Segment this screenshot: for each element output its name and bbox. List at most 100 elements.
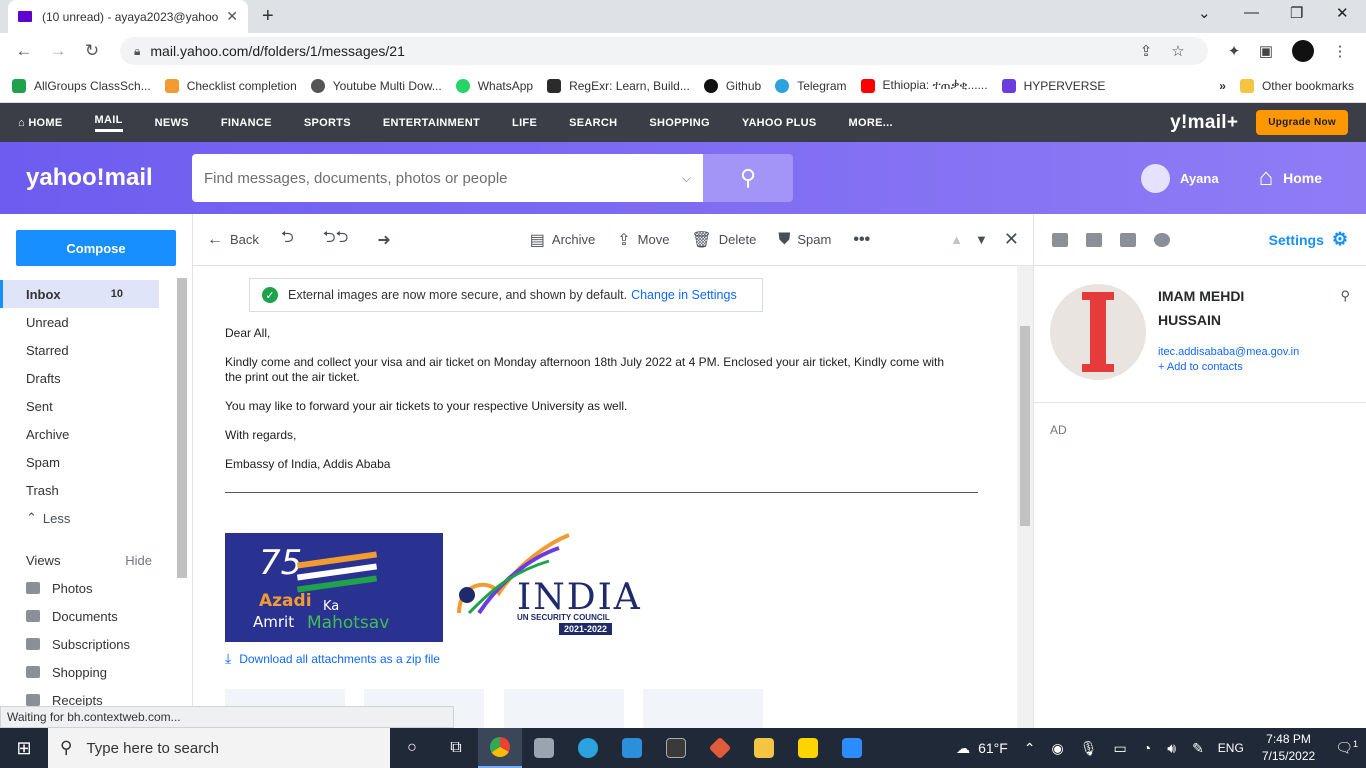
notification-icon[interactable]: 🗨︎1 xyxy=(1335,739,1358,757)
azadi-ka-amrit-mahotsav-logo[interactable]: 75 Azadi Ka Amrit Mahotsav xyxy=(225,533,443,642)
back-button[interactable]: ← Back xyxy=(207,231,259,249)
task-view-icon[interactable]: ⧉ xyxy=(434,728,478,768)
taskbar-search[interactable]: ⚲ Type here to search xyxy=(48,728,390,768)
forward-arrow-icon[interactable]: → xyxy=(44,41,72,61)
chevron-up-icon[interactable]: ⌃ xyxy=(1024,740,1036,757)
upgrade-now-button[interactable]: Upgrade Now xyxy=(1256,110,1348,135)
notepad-icon[interactable] xyxy=(1120,232,1136,247)
back-arrow-icon[interactable]: ← xyxy=(10,41,38,61)
side-panel-icon[interactable]: ▣ xyxy=(1250,42,1282,60)
wifi-icon[interactable]: ◔ xyxy=(1143,740,1151,756)
url-field[interactable]: 🔒︎ mail.yahoo.com/d/folders/1/messages/2… xyxy=(120,37,1208,65)
delete-button[interactable]: 🗑︎ Delete xyxy=(691,230,756,250)
nav-news[interactable]: NEWS xyxy=(155,117,189,129)
folder-spam[interactable]: Spam xyxy=(0,448,192,476)
restore-button[interactable]: ❐ xyxy=(1290,4,1303,22)
nav-mail[interactable]: MAIL xyxy=(94,114,123,132)
reload-icon[interactable]: ↻ xyxy=(78,41,106,61)
folder-starred[interactable]: Starred xyxy=(0,336,192,364)
bookmark-item[interactable]: Github xyxy=(703,78,761,93)
archive-button[interactable]: ▤ Archive xyxy=(530,230,595,250)
sticky-notes-app[interactable] xyxy=(786,728,830,768)
git-app[interactable] xyxy=(698,728,742,768)
folder-drafts[interactable]: Drafts xyxy=(0,364,192,392)
language-indicator[interactable]: ENG xyxy=(1218,741,1244,755)
new-tab-button[interactable]: + xyxy=(262,5,274,28)
move-button[interactable]: ⇪ Move xyxy=(617,230,669,250)
share-icon[interactable]: ⇪ xyxy=(1130,42,1162,60)
windows-start-button[interactable]: ⊞ xyxy=(0,728,48,768)
nav-sports[interactable]: SPORTS xyxy=(304,117,351,129)
bookmark-star-icon[interactable]: ☆ xyxy=(1162,42,1194,60)
search-input[interactable]: Find messages, documents, photos or peop… xyxy=(192,154,703,202)
previous-message-button[interactable]: ▲ xyxy=(950,232,963,247)
view-photos[interactable]: Photos xyxy=(0,574,192,602)
spam-button[interactable]: ⛊ Spam xyxy=(778,231,831,249)
extensions-icon[interactable]: ✦ xyxy=(1218,42,1250,60)
reply-button[interactable]: ⮌ xyxy=(281,226,301,253)
nav-shopping[interactable]: SHOPPING xyxy=(649,117,709,129)
yahoo-mail-logo[interactable]: yahoo!mail xyxy=(26,164,192,192)
microphone-icon[interactable]: 🎙︎ xyxy=(1080,740,1098,757)
reply-all-button[interactable]: ⮌⮌ xyxy=(323,226,356,253)
nav-more[interactable]: MORE... xyxy=(849,117,893,129)
telegram-app[interactable] xyxy=(566,728,610,768)
clock[interactable]: 7:48 PM 7/15/2022 xyxy=(1262,731,1315,765)
bookmark-item[interactable]: HYPERVERSE xyxy=(1001,78,1105,93)
add-to-contacts-link[interactable]: + Add to contacts xyxy=(1158,361,1350,373)
message-scrollbar[interactable] xyxy=(1017,266,1033,728)
browser-menu-icon[interactable]: ⋮ xyxy=(1324,42,1356,60)
settings-button[interactable]: Settings ⚙ xyxy=(1269,229,1348,250)
bookmark-item[interactable]: Checklist completion xyxy=(164,78,297,93)
search-icon[interactable]: ⚲ xyxy=(1340,288,1350,304)
nav-search[interactable]: SEARCH xyxy=(569,117,617,129)
next-message-button[interactable]: ▼ xyxy=(975,232,988,247)
close-message-button[interactable]: ✕ xyxy=(1004,229,1019,250)
view-subscriptions[interactable]: Subscriptions xyxy=(0,630,192,658)
bookmark-item[interactable]: Youtube Multi Dow... xyxy=(310,78,442,93)
close-tab-icon[interactable]: ✕ xyxy=(226,8,238,25)
chevron-down-icon[interactable]: ⌵ xyxy=(682,171,691,186)
view-shopping[interactable]: Shopping xyxy=(0,658,192,686)
tab-search-icon[interactable]: ⌄ xyxy=(1198,4,1211,22)
profile-avatar[interactable] xyxy=(1292,40,1314,62)
contacts-icon[interactable] xyxy=(1052,232,1068,247)
pen-icon[interactable]: ✎ xyxy=(1192,740,1204,757)
close-window-button[interactable]: ✕ xyxy=(1336,4,1349,22)
bookmark-item[interactable]: Telegram xyxy=(775,78,847,93)
hide-views-link[interactable]: Hide xyxy=(125,553,152,568)
folder-archive[interactable]: Archive xyxy=(0,420,192,448)
bookmarks-overflow-button[interactable]: » xyxy=(1219,79,1226,93)
attachment-thumbnail[interactable] xyxy=(503,689,624,728)
folder-inbox[interactable]: Inbox 10 xyxy=(0,280,159,308)
zoom-app[interactable] xyxy=(830,728,874,768)
vscode-app[interactable] xyxy=(610,728,654,768)
sidebar-scrollbar[interactable] xyxy=(177,278,187,578)
folder-unread[interactable]: Unread xyxy=(0,308,192,336)
folder-sent[interactable]: Sent xyxy=(0,392,192,420)
more-actions-button[interactable]: ••• xyxy=(853,231,877,249)
cortana-icon[interactable]: ○ xyxy=(390,728,434,768)
nav-finance[interactable]: FINANCE xyxy=(221,117,272,129)
user-profile[interactable]: Ayana xyxy=(1141,163,1219,193)
chrome-app[interactable] xyxy=(478,728,522,768)
forward-button[interactable]: ➜ xyxy=(377,230,397,250)
folder-trash[interactable]: Trash xyxy=(0,476,192,504)
calendar-icon[interactable] xyxy=(1086,232,1102,247)
weather-cloud-icon[interactable]: ☁ xyxy=(956,740,970,757)
nav-yahoo-plus[interactable]: YAHOO PLUS xyxy=(742,117,817,129)
nav-home[interactable]: ⌂ HOME xyxy=(18,117,63,129)
minimize-button[interactable]: — xyxy=(1244,4,1259,21)
search-button[interactable]: ⚲ xyxy=(703,154,793,202)
attachment-thumbnail[interactable] xyxy=(643,689,764,728)
terminal-app[interactable] xyxy=(654,728,698,768)
battery-icon[interactable]: ▭ xyxy=(1114,740,1127,757)
nav-life[interactable]: LIFE xyxy=(512,117,537,129)
home-button[interactable]: ⌂ Home xyxy=(1259,164,1322,192)
bookmark-item[interactable]: AllGroups ClassSch... xyxy=(12,78,151,93)
other-bookmarks-folder[interactable]: Other bookmarks xyxy=(1239,78,1354,93)
contact-email[interactable]: itec.addisababa@mea.gov.in xyxy=(1158,346,1350,358)
nav-entertainment[interactable]: ENTERTAINMENT xyxy=(383,117,480,129)
change-in-settings-link[interactable]: Change in Settings xyxy=(631,288,737,302)
less-toggle[interactable]: ⌃ Less xyxy=(0,504,192,532)
